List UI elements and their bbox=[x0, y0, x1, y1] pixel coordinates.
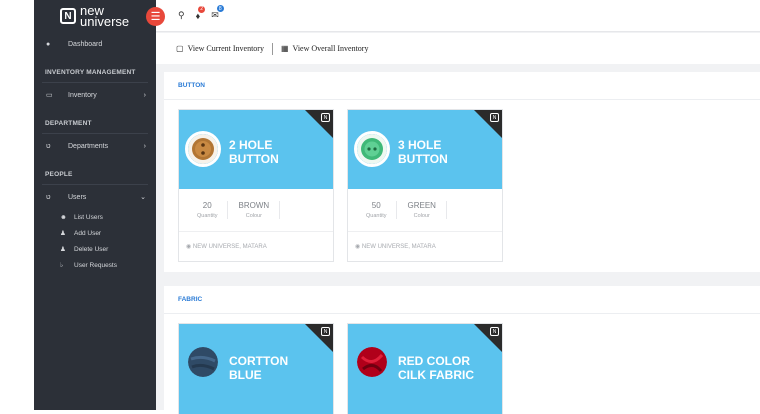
card-header: N 3 HOLE BUTTON bbox=[348, 110, 502, 189]
item-stats: 20 Quantity BROWN Colour bbox=[179, 189, 333, 231]
dashboard-icon: ● bbox=[46, 40, 51, 48]
app-frame: N new universe ● Dashboard INVENTORY MAN… bbox=[34, 0, 760, 414]
stat-colour: BROWN Colour bbox=[228, 201, 281, 219]
sidebar-item-label: Departments bbox=[68, 142, 109, 150]
brand-mark-icon: N bbox=[490, 327, 499, 336]
view-current-inventory-link[interactable]: ▢ View Current Inventory bbox=[176, 44, 264, 53]
inventory-card[interactable]: N 2 HOLE BUTTON 20 Quantity BROWN Colour… bbox=[178, 109, 334, 262]
glass-icon: ט bbox=[46, 193, 51, 201]
sidebar-item-dashboard[interactable]: ● Dashboard bbox=[34, 32, 156, 56]
item-thumbnail bbox=[185, 344, 221, 380]
map-pin-icon: ◉ bbox=[355, 244, 361, 250]
sidebar-subitem-user-requests[interactable]: ♭ User Requests bbox=[34, 257, 156, 273]
section-people: PEOPLE bbox=[45, 170, 73, 178]
sidebar-item-inventory[interactable]: ▭ Inventory › bbox=[34, 83, 156, 107]
brand-logo[interactable]: N new universe bbox=[34, 0, 156, 32]
divider bbox=[271, 42, 273, 55]
item-thumbnail bbox=[185, 131, 221, 167]
bar-chart-icon: ▦ bbox=[280, 44, 289, 53]
glass-icon: ט bbox=[46, 142, 51, 150]
card-header: N 2 HOLE BUTTON bbox=[179, 110, 333, 189]
mail-badge: 8 bbox=[216, 5, 224, 12]
category-panel-button: BUTTON N 2 HOLE BUTTON 20 Quantity BROWN… bbox=[164, 72, 760, 272]
map-pin-icon: ◉ bbox=[186, 244, 192, 250]
brand-name: new universe bbox=[80, 3, 130, 29]
bell-icon: ♭ bbox=[60, 262, 64, 269]
notification-bell-icon[interactable]: ♦ 2 bbox=[196, 5, 206, 21]
mail-icon[interactable]: ✉ 8 bbox=[211, 5, 224, 21]
item-location: ◉ NEW UNIVERSE, MATARA bbox=[179, 231, 333, 261]
monitor-icon: ▭ bbox=[46, 92, 53, 99]
sidebar-subitem-list-users[interactable]: ☻ List Users bbox=[34, 209, 156, 225]
item-thumbnail bbox=[354, 344, 390, 380]
item-stats: 50 Quantity GREEN Colour bbox=[348, 189, 502, 231]
menu-toggle-button[interactable]: ☰ bbox=[146, 7, 165, 26]
category-panel-fabric: FABRIC N CORTTON BLUE N RED COLOR CILK F… bbox=[164, 286, 760, 414]
brand-mark-icon: N bbox=[490, 113, 499, 122]
cube-icon: ▢ bbox=[176, 44, 184, 53]
delete-user-icon: ♟ bbox=[60, 246, 66, 253]
item-title: 2 HOLE BUTTON bbox=[229, 138, 279, 166]
inventory-card[interactable]: N CORTTON BLUE bbox=[178, 323, 334, 414]
card-header: N RED COLOR CILK FABRIC bbox=[348, 324, 502, 414]
brand-mark-icon: N bbox=[321, 113, 330, 122]
item-title: RED COLOR CILK FABRIC bbox=[398, 354, 474, 382]
hamburger-icon: ☰ bbox=[150, 11, 161, 23]
brand-mark-icon: N bbox=[321, 327, 330, 336]
item-title: 3 HOLE BUTTON bbox=[398, 138, 448, 166]
brand-mark-icon: N bbox=[60, 8, 76, 24]
section-department: DEPARTMENT bbox=[45, 119, 92, 127]
inventory-card[interactable]: N RED COLOR CILK FABRIC bbox=[347, 323, 503, 414]
chevron-down-icon: ⌄ bbox=[140, 194, 146, 201]
users-icon: ☻ bbox=[60, 213, 67, 221]
chevron-right-icon: › bbox=[143, 142, 146, 150]
search-icon[interactable]: ⚲ bbox=[178, 10, 185, 21]
sidebar-item-users[interactable]: ט Users ⌄ bbox=[34, 185, 156, 209]
sidebar-subitem-add-user[interactable]: ♟ Add User bbox=[34, 225, 156, 241]
inventory-card[interactable]: N 3 HOLE BUTTON 50 Quantity GREEN Colour… bbox=[347, 109, 503, 262]
sidebar-item-departments[interactable]: ט Departments › bbox=[34, 134, 156, 158]
stat-colour: GREEN Colour bbox=[397, 201, 447, 219]
notification-badge: 2 bbox=[198, 5, 206, 13]
top-bar: ⚲ ♦ 2 ✉ 8 bbox=[156, 0, 760, 32]
sidebar: N new universe ● Dashboard INVENTORY MAN… bbox=[34, 0, 156, 410]
inventory-view-bar: ▢ View Current Inventory ▦ View Overall … bbox=[156, 33, 760, 64]
sidebar-item-label: Dashboard bbox=[68, 40, 103, 48]
category-title: BUTTON bbox=[164, 72, 760, 100]
view-overall-inventory-link[interactable]: ▦ View Overall Inventory bbox=[281, 44, 369, 53]
item-location: ◉ NEW UNIVERSE, MATARA bbox=[348, 231, 502, 261]
card-header: N CORTTON BLUE bbox=[179, 324, 333, 414]
stat-quantity: 20 Quantity bbox=[187, 201, 229, 219]
sidebar-item-label: Inventory bbox=[68, 91, 97, 99]
item-title: CORTTON BLUE bbox=[229, 354, 289, 382]
section-inventory-management: INVENTORY MANAGEMENT bbox=[45, 68, 136, 76]
sidebar-item-label: Users bbox=[68, 193, 87, 201]
category-title: FABRIC bbox=[164, 286, 760, 314]
item-thumbnail bbox=[354, 131, 390, 167]
stat-quantity: 50 Quantity bbox=[356, 201, 398, 219]
add-user-icon: ♟ bbox=[60, 230, 66, 237]
sidebar-subitem-delete-user[interactable]: ♟ Delete User bbox=[34, 241, 156, 257]
chevron-right-icon: › bbox=[143, 91, 146, 99]
